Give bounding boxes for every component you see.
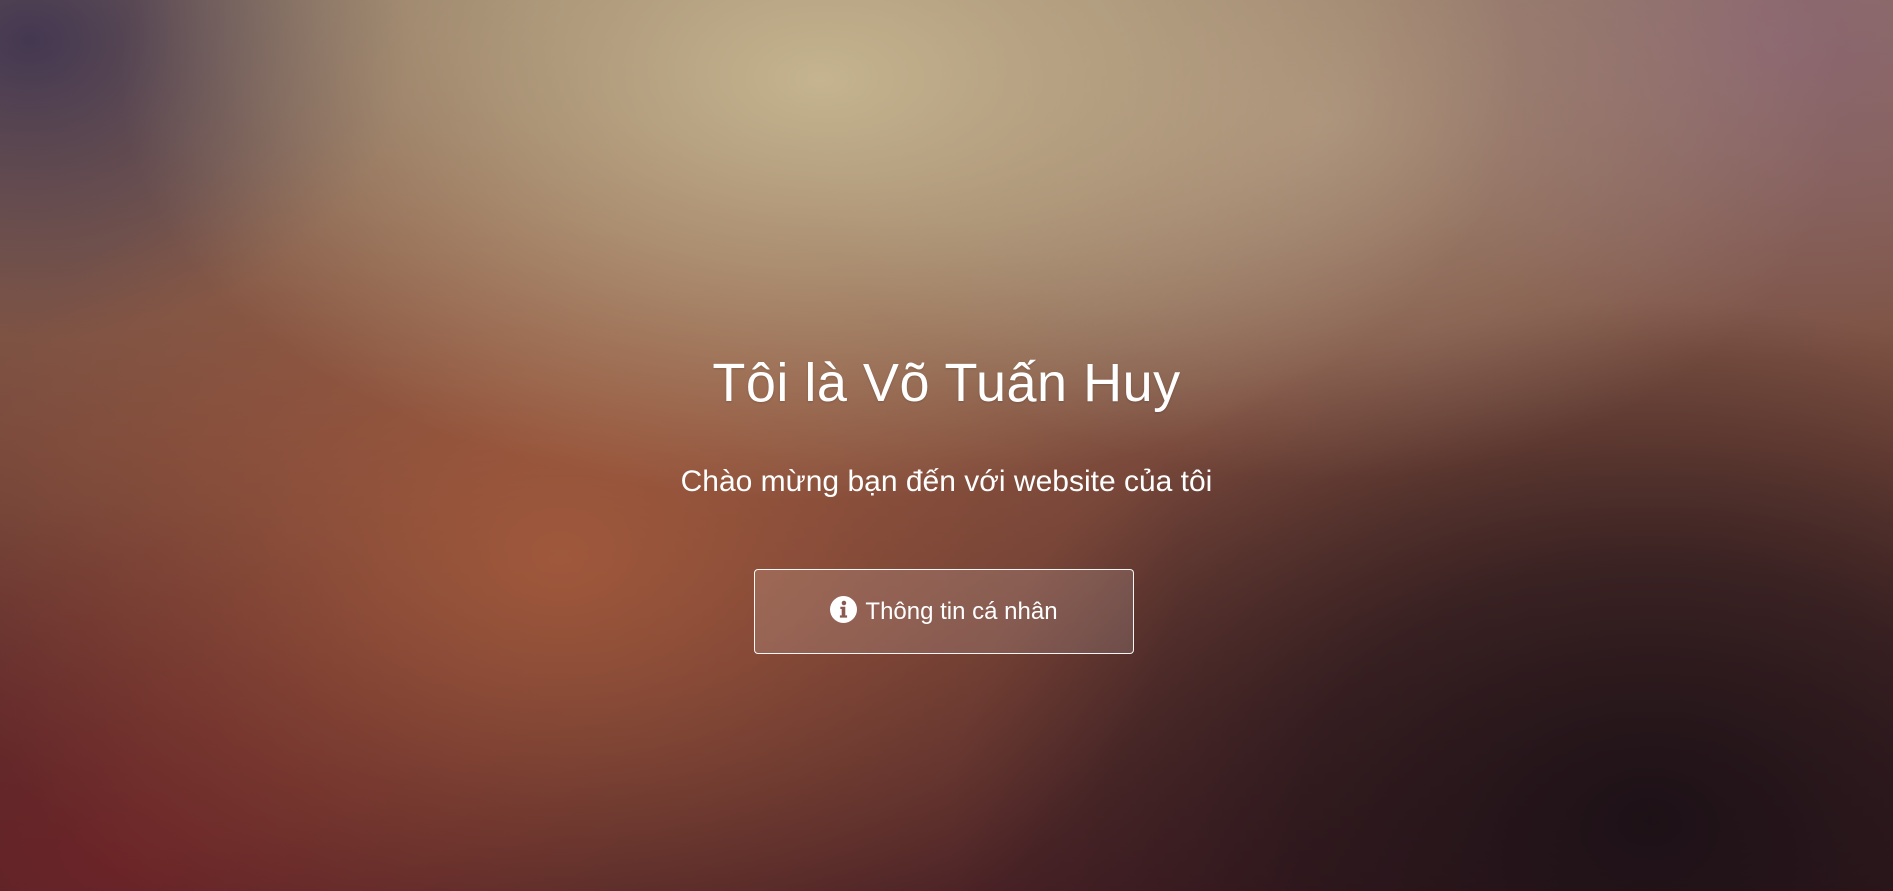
personal-info-button-label: Thông tin cá nhân: [865, 597, 1058, 625]
info-circle-icon: [830, 596, 858, 623]
welcome-subtitle: Chào mừng bạn đến với website của tôi: [680, 465, 1213, 498]
personal-info-button[interactable]: Thông tin cá nhân: [754, 569, 1134, 654]
page-title: Tôi là Võ Tuấn Huy: [712, 353, 1181, 413]
hero-section: Tôi là Võ Tuấn Huy Chào mừng bạn đến với…: [0, 0, 1893, 891]
